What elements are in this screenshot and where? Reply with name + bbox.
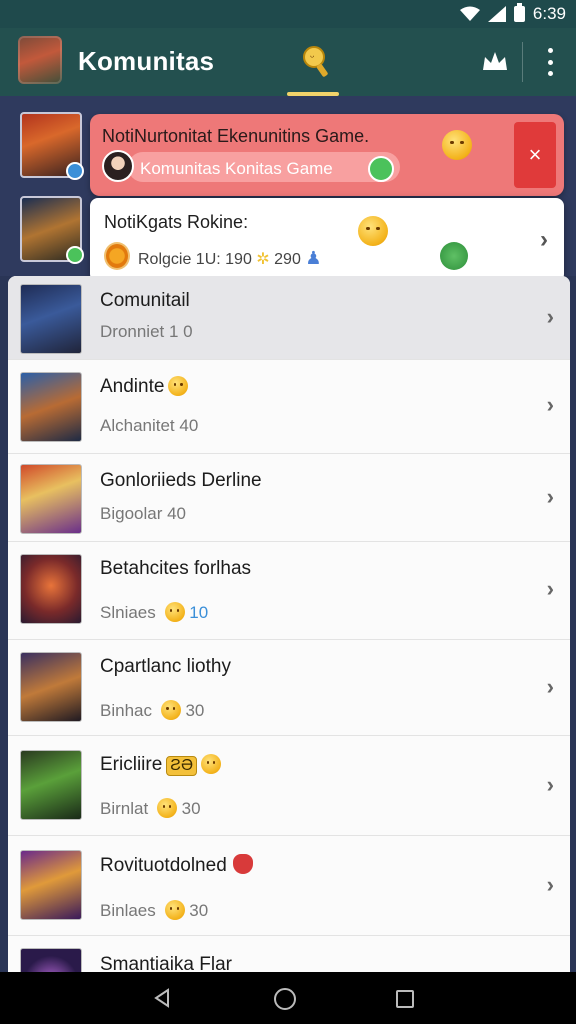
list-item-title: Betahcites forlhas (100, 558, 252, 579)
chevron-right-icon: › (546, 304, 554, 329)
background-thumbnail (20, 112, 84, 180)
game-thumbnail (20, 652, 82, 722)
list-item-title: Comunitail (100, 290, 190, 311)
list-item-subtitle: Slniaes 10 (100, 602, 209, 622)
game-thumbnail (20, 554, 82, 624)
game-tag: ƧƏ (166, 756, 197, 776)
list-item[interactable]: Betahcites forlhas Slniaes 10 › (8, 542, 570, 640)
smile-emoji-icon (201, 754, 221, 774)
chevron-right-icon: › (546, 576, 554, 601)
notification-banner-2[interactable]: NotiKgats Rokine: Rolgcie 1U: 190 ✲ 290 … (90, 198, 564, 282)
list-item-title: Andinte (100, 376, 189, 398)
list-item-subtitle: Birnlat 30 (100, 798, 201, 818)
list-item-subtitle: Binhac 30 (100, 700, 205, 720)
chevron-right-icon: › (546, 872, 554, 897)
game-thumbnail (20, 464, 82, 534)
chevron-right-icon: › (546, 772, 554, 797)
list-item[interactable]: Ericliire ƧƏ Birnlat 30 › (8, 736, 570, 836)
signal-icon (487, 6, 506, 22)
wifi-icon (459, 6, 480, 21)
app-logo (18, 36, 62, 84)
toolbar-divider (522, 42, 523, 82)
smile-emoji-icon (164, 900, 185, 920)
list-item-title: Cpartlanc liothy (100, 656, 231, 677)
list-item[interactable]: Gonloriieds Derline Bigoolar 40 › (8, 454, 570, 542)
avatar (102, 150, 134, 182)
smile-emoji-icon (168, 376, 189, 396)
home-icon[interactable] (274, 988, 296, 1010)
puzzle-icon: ♟ (305, 248, 322, 268)
smile-emoji-icon (358, 216, 388, 246)
chevron-right-icon: › (546, 484, 554, 509)
list-item[interactable]: Smantiaika Flar (8, 936, 570, 976)
chevron-right-icon: › (546, 674, 554, 699)
list-item-title: Ericliire ƧƏ (100, 754, 221, 776)
battery-icon (513, 3, 525, 22)
game-thumbnail (20, 372, 82, 442)
close-button[interactable]: × (514, 122, 556, 188)
smile-emoji-icon (442, 130, 472, 160)
notification-title: NotiNurtonitat Ekenunitins Game. (102, 126, 370, 146)
app-title: Komunitas (78, 46, 215, 76)
svg-text:ᵕ: ᵕ (310, 51, 315, 64)
game-thumbnail (20, 284, 82, 354)
red-badge-icon (232, 854, 253, 874)
list-item[interactable]: Andinte Alchanitet 40 › (8, 360, 570, 454)
search-icon: ᵕ (303, 46, 328, 77)
notification-banner-1[interactable]: NotiNurtonitat Ekenunitins Game. Komunit… (90, 114, 564, 196)
app-bar: Komunitas ᵕ (0, 28, 576, 96)
crown-icon[interactable] (480, 46, 510, 76)
system-nav-bar (0, 972, 576, 1024)
green-badge-icon (66, 246, 84, 264)
sparkle-icon: ✲ (256, 251, 270, 268)
list-item-title: Gonloriieds Derline (100, 470, 262, 491)
list-item-title: Rovituotdolned (100, 854, 253, 877)
notification-title: NotiKgats Rokine: (104, 212, 249, 232)
list-item[interactable]: Comunitail Dronniet 1 0 › (8, 276, 570, 360)
meta-value-b: 290 (274, 251, 301, 268)
notification-pill-text: Komunitas Konitas Game (140, 159, 333, 178)
list-item-subtitle: Dronniet 1 0 (100, 322, 193, 341)
smile-emoji-icon (160, 700, 181, 720)
list-item[interactable]: Cpartlanc liothy Binhac 30 › (8, 640, 570, 736)
list-item-subtitle: Bigoolar 40 (100, 504, 187, 523)
whatsapp-icon (368, 156, 394, 182)
notification-meta: Rolgcie 1U: 190 ✲ 290 ♟ (138, 248, 321, 269)
recent-apps-icon[interactable] (396, 990, 414, 1008)
shield-icon (104, 242, 130, 270)
meta-value-a: Rolgcie 1U: 190 (138, 251, 252, 268)
search-tab[interactable]: ᵕ (284, 38, 342, 96)
background-thumbnail (20, 196, 84, 264)
green-status-icon (440, 242, 468, 270)
list-item-subtitle: Alchanitet 40 (100, 416, 199, 435)
chevron-right-icon: › (546, 392, 554, 417)
smile-emoji-icon (164, 602, 185, 622)
chevron-right-icon[interactable]: › (540, 226, 548, 254)
list-item-subtitle: Binlaes 30 (100, 900, 209, 920)
list-item[interactable]: Rovituotdolned Binlaes 30 › (8, 836, 570, 936)
status-bar: 6:39 (0, 0, 576, 28)
blue-badge-icon (66, 162, 84, 180)
smile-emoji-icon (156, 798, 177, 818)
more-options-icon[interactable] (540, 48, 560, 76)
game-thumbnail (20, 750, 82, 820)
community-list: Comunitail Dronniet 1 0 › Andinte Alchan… (8, 276, 570, 976)
status-time: 6:39 (532, 4, 566, 23)
back-icon[interactable] (152, 988, 172, 1008)
game-thumbnail (20, 850, 82, 920)
